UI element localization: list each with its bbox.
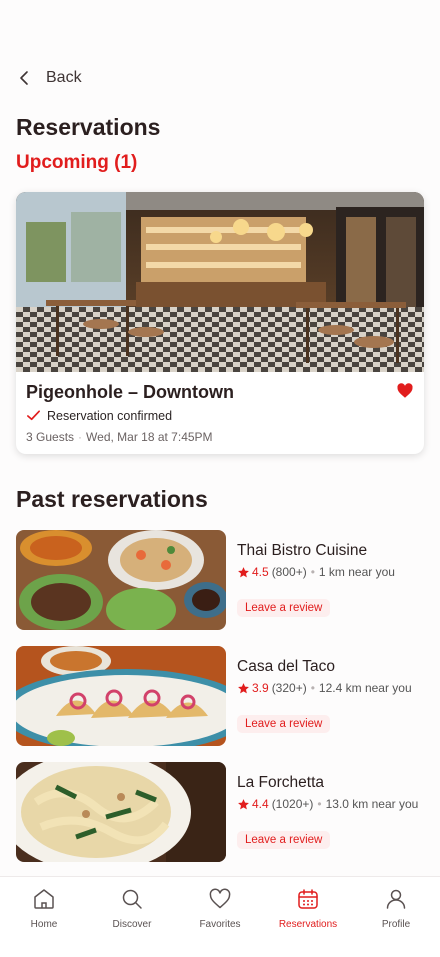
heart-icon: [209, 888, 231, 909]
upcoming-heading: Upcoming (1): [16, 152, 138, 173]
restaurant-thumbnail: [16, 646, 226, 746]
check-icon: [27, 410, 40, 421]
restaurant-thumbnail: [16, 762, 226, 862]
upcoming-reservation-card[interactable]: Pigeonhole – Downtown Reservation confir…: [16, 192, 424, 454]
past-reservation-item[interactable]: La Forchetta 4.4 (1020+) • 13.0 km near …: [16, 762, 424, 862]
past-reservation-item[interactable]: Casa del Taco 3.9 (320+) • 12.4 km near …: [16, 646, 424, 746]
user-icon: [386, 889, 406, 909]
page-title: Reservations: [16, 114, 161, 140]
distance: 1 km near you: [318, 565, 395, 579]
tab-favorites[interactable]: Favorites: [176, 877, 264, 957]
separator-dot: •: [310, 681, 315, 695]
tab-label: Discover: [112, 919, 152, 930]
past-reservation-item[interactable]: Thai Bistro Cuisine 4.5 (800+) • 1 km ne…: [16, 530, 424, 630]
pasta-photo: [16, 762, 226, 862]
thai-food-photo: [16, 530, 226, 630]
distance: 13.0 km near you: [325, 797, 419, 811]
guest-count: 3 Guests: [26, 430, 75, 444]
review-count: (800+): [271, 565, 307, 579]
tab-profile[interactable]: Profile: [352, 877, 440, 957]
reservation-datetime: Wed, Mar 18 at 7:45PM: [86, 430, 213, 444]
home-icon: [34, 889, 54, 909]
restaurant-name: Pigeonhole – Downtown: [26, 382, 234, 402]
tab-label: Home: [30, 919, 58, 930]
tab-label: Profile: [381, 919, 411, 930]
restaurant-name: Thai Bistro Cuisine: [237, 542, 368, 559]
star-icon: [238, 798, 249, 809]
bottom-tab-bar: Home Discover Favorites Reservations Pro…: [0, 876, 440, 957]
tab-label: Favorites: [199, 919, 241, 930]
tab-discover[interactable]: Discover: [88, 877, 176, 957]
restaurant-thumbnail: [16, 530, 226, 630]
tab-reservations[interactable]: Reservations: [264, 877, 352, 957]
restaurant-photo: [16, 192, 424, 372]
rating-value: 4.4: [252, 797, 269, 811]
review-count: (320+): [271, 681, 307, 695]
reservation-details: 3 Guests · Wed, Mar 18 at 7:45PM: [26, 430, 213, 444]
tab-home[interactable]: Home: [0, 877, 88, 957]
back-button[interactable]: Back: [16, 64, 82, 92]
past-reservations-heading: Past reservations: [16, 486, 208, 512]
status-label: Reservation confirmed: [47, 408, 173, 423]
review-count: (1020+): [271, 797, 314, 811]
separator-dot: •: [310, 565, 315, 579]
rating-row: 3.9 (320+) • 12.4 km near you: [237, 681, 412, 695]
heart-filled-icon[interactable]: [396, 382, 414, 400]
calendar-icon: [298, 889, 318, 909]
reservation-status: Reservation confirmed: [26, 408, 172, 423]
star-icon: [238, 566, 249, 577]
search-icon: [122, 889, 142, 909]
rating-row: 4.5 (800+) • 1 km near you: [237, 565, 395, 579]
distance: 12.4 km near you: [318, 681, 412, 695]
separator-dot: ·: [78, 430, 83, 444]
star-icon: [238, 682, 249, 693]
rating-row: 4.4 (1020+) • 13.0 km near you: [237, 797, 418, 811]
restaurant-name: Casa del Taco: [237, 658, 335, 675]
rating-value: 4.5: [252, 565, 269, 579]
back-label: Back: [46, 69, 82, 86]
restaurant-name: La Forchetta: [237, 774, 325, 791]
taco-photo: [16, 646, 226, 746]
chevron-left-icon: [20, 71, 28, 85]
rating-value: 3.9: [252, 681, 269, 695]
leave-review-button[interactable]: Leave a review: [237, 599, 331, 617]
separator-dot: •: [317, 797, 322, 811]
tab-label: Reservations: [278, 919, 338, 930]
leave-review-button[interactable]: Leave a review: [237, 715, 331, 733]
leave-review-button[interactable]: Leave a review: [237, 831, 331, 849]
